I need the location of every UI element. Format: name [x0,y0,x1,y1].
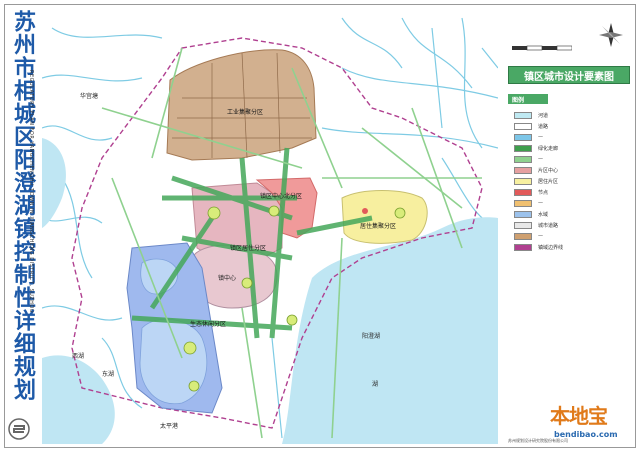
legend-swatch [514,122,532,130]
legend-item: 城市道路 [514,220,558,230]
legend-swatch [514,166,532,174]
legend-item: — [514,198,543,208]
label-east-zone: 居住集聚分区 [360,222,396,230]
inner-lake [139,319,208,405]
legend-swatch [514,155,532,163]
legend-label: — [538,156,543,162]
legend-label: 道路 [538,123,549,130]
brand-logo: 本地宝 [550,404,608,428]
legend-panel: 镇区城市设计要素图 图例 河道道路 — 绿化走廊 — 片区中心居住片区节点 — 水域城市道路… [502,8,636,444]
legend-swatch [514,232,532,240]
legend-label: 水域 [538,211,549,218]
scale-bar [512,45,572,51]
legend-label: 镇域边界线 [538,244,564,251]
legend-label: — [538,233,543,239]
legend-label: 城市道路 [538,222,559,229]
label-lake-4: 湖 [372,380,378,388]
legend-header: 图例 [508,94,548,104]
label-core: 镇中心 [218,274,236,282]
legend-swatch [514,199,532,207]
label-lake-3: 东湖 [102,370,114,378]
zone-industry [166,49,317,161]
plan-title-en: REGULATORY PLAN FOR YANGCHENGHU TOWN IN … [28,70,34,314]
legend-swatch [514,111,532,119]
legend-label: 节点 [538,189,549,196]
legend: 图例 河道道路 — 绿化走廊 — 片区中心居住片区节点 — 水域城市道路 — 镇域边界线 [508,94,630,256]
label-north-town: 华宫塘 [80,92,98,100]
legend-swatch [514,133,532,141]
label-north-center: 镇区中心北分区 [260,192,302,200]
map-canvas[interactable]: 华宫塘 工业集聚分区 镇区中心北分区 居住集聚分区 镇区居住分区 生态休闲分区 … [42,8,498,444]
legend-item: 道路 [514,121,548,131]
east-node [362,208,368,214]
plan-name-banner: 镇区城市设计要素图 [508,66,630,84]
label-central-zone: 镇区居住分区 [230,244,266,252]
legend-swatch [514,221,532,229]
logo-icon [8,418,30,440]
legend-label: — [538,200,543,206]
legend-swatch [514,210,532,218]
title-strip: 苏州市相城区阳澄湖镇控制性详细规划 [4,4,42,448]
legend-swatch [514,243,532,251]
label-lake-2: 西湖 [72,352,84,360]
label-south-zone: 生态休闲分区 [190,320,226,328]
legend-item: — [514,154,543,164]
legend-label: 绿化走廊 [538,145,559,152]
legend-label: — [538,134,543,140]
legend-label: 居住片区 [538,178,559,185]
legend-swatch [514,177,532,185]
plan-name: 镇区城市设计要素图 [524,71,614,83]
legend-title: 图例 [512,96,525,104]
legend-label: 河道 [538,112,549,119]
legend-item: 河道 [514,110,548,120]
titleblock-note: 苏州规划设计研究院股份有限公司 [508,438,568,443]
label-water-south: 太平港 [160,422,178,430]
lake-southwest [42,355,115,444]
legend-item: 镇域边界线 [514,242,563,252]
lake-yangcheng [282,217,498,444]
legend-item: — [514,231,543,241]
zone-east-yellow [341,190,428,244]
legend-item: 片区中心 [514,165,558,175]
label-lake-1: 阳澄湖 [362,332,380,340]
north-arrow-icon [599,23,623,47]
legend-swatch [514,144,532,152]
label-industry-zone: 工业集聚分区 [227,108,263,116]
legend-item: 绿化走廊 [514,143,558,153]
legend-item: 水域 [514,209,548,219]
legend-item: 居住片区 [514,176,558,186]
lake-west [42,138,66,228]
legend-item: — [514,132,543,142]
legend-label: 片区中心 [538,167,559,174]
legend-swatch [514,188,532,196]
legend-item: 节点 [514,187,548,197]
